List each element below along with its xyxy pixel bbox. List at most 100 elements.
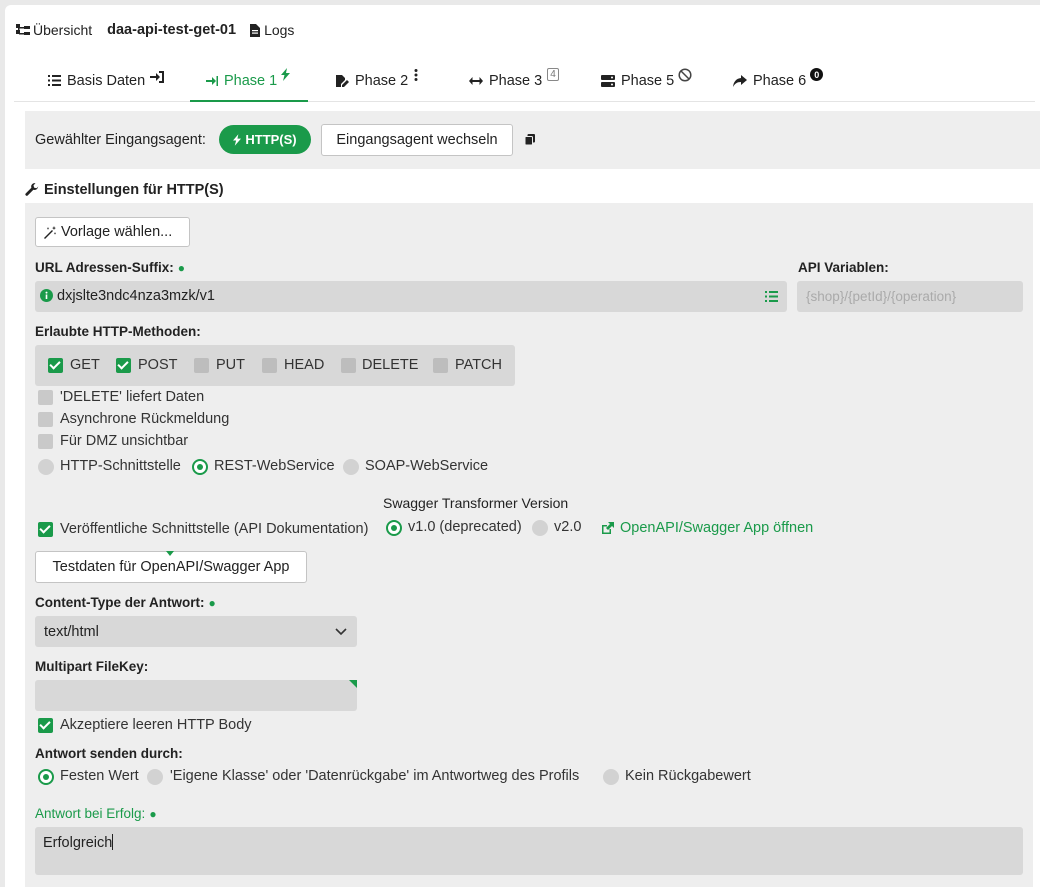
agent-badge: HTTP(S) xyxy=(219,125,311,154)
swagger-v2-label: v2.0 xyxy=(554,519,582,535)
method-head-label: HEAD xyxy=(284,357,325,373)
text-cursor xyxy=(112,834,114,850)
modified-marker xyxy=(349,680,357,688)
open-swagger-link[interactable]: OpenAPI/Swagger App öffnen xyxy=(601,520,813,536)
tab-label: Phase 5 xyxy=(621,72,675,89)
tab-phase-5[interactable]: Phase 5 xyxy=(601,60,692,101)
required-dot: ● xyxy=(208,596,216,610)
soap-webservice-label: SOAP-WebService xyxy=(365,458,489,474)
api-vars-placeholder: {shop}/{petId}/{operation} xyxy=(806,289,957,304)
public-interface-label: Veröffentliche Schnittstelle (API Dokume… xyxy=(60,521,369,537)
rest-webservice-radio[interactable] xyxy=(192,459,208,475)
change-agent-button[interactable]: Eingangsagent wechseln xyxy=(321,124,513,156)
arrows-horizontal-icon xyxy=(469,76,483,85)
tab-phase-1[interactable]: Phase 1 xyxy=(189,60,309,102)
top-bar: Übersicht daa-api-test-get-01 Logs xyxy=(16,22,294,38)
soap-webservice-radio[interactable] xyxy=(343,459,359,475)
content-type-label-text: Content-Type der Antwort: xyxy=(35,595,205,610)
bolt-icon xyxy=(233,133,242,146)
api-vars-label: API Variablen: xyxy=(798,260,889,275)
choose-template-label: Vorlage wählen... xyxy=(61,224,173,240)
api-vars-field[interactable]: {shop}/{petId}/{operation} xyxy=(797,281,1023,312)
file-edit-icon xyxy=(336,74,349,87)
logs-link[interactable]: Logs xyxy=(250,22,294,38)
wrench-icon xyxy=(25,183,39,197)
required-dot: ● xyxy=(149,807,157,821)
url-suffix-field[interactable]: dxjslte3ndc4nza3mzk/v1 xyxy=(35,281,787,312)
tab-phase-6[interactable]: Phase 6 0 xyxy=(733,60,824,101)
method-put-label: PUT xyxy=(216,357,245,373)
ellipsis-vertical-icon xyxy=(414,68,418,81)
rest-webservice-label: REST-WebService xyxy=(214,458,335,474)
no-return-label: Kein Rückgabewert xyxy=(625,768,751,784)
content-type-label: Content-Type der Antwort: ● xyxy=(35,595,216,610)
accept-empty-body-checkbox[interactable] xyxy=(38,718,53,733)
success-response-text: Erfolgreich xyxy=(43,835,113,851)
http-interface-radio[interactable] xyxy=(38,459,54,475)
tab-phase-2[interactable]: Phase 2 xyxy=(336,60,418,101)
overview-link[interactable]: Übersicht xyxy=(16,22,92,38)
http-interface-label: HTTP-Schnittstelle xyxy=(60,458,181,474)
delete-returns-data-checkbox[interactable] xyxy=(38,390,53,405)
method-patch-label: PATCH xyxy=(455,357,502,373)
delete-returns-data-label: 'DELETE' liefert Daten xyxy=(60,389,205,405)
success-response-value: Erfolgreich xyxy=(43,834,114,851)
swagger-v1-radio[interactable] xyxy=(386,520,402,536)
dmz-invisible-checkbox[interactable] xyxy=(38,434,53,449)
method-get-label: GET xyxy=(70,357,100,373)
multipart-field[interactable] xyxy=(35,680,357,711)
success-response-label: Antwort bei Erfolg: ● xyxy=(35,806,157,821)
url-suffix-label-text: URL Adressen-Suffix: xyxy=(35,260,174,275)
list-icon xyxy=(48,75,61,86)
public-interface-checkbox[interactable] xyxy=(38,522,53,537)
send-by-label: Antwort senden durch: xyxy=(35,746,183,761)
success-response-textarea[interactable]: Erfolgreich xyxy=(35,827,1023,875)
method-get-checkbox[interactable] xyxy=(48,358,63,373)
ban-icon xyxy=(678,67,692,82)
swagger-v2-radio[interactable] xyxy=(532,520,548,536)
tab-phase-3[interactable]: Phase 3 4 xyxy=(469,60,559,101)
copy-icon[interactable] xyxy=(525,134,535,145)
content-type-value: text/html xyxy=(44,624,99,640)
agent-badge-label: HTTP(S) xyxy=(245,132,297,147)
fixed-value-radio[interactable] xyxy=(38,769,54,785)
tab-basis-daten[interactable]: Basis Daten xyxy=(48,60,165,101)
settings-title-text: Einstellungen für HTTP(S) xyxy=(44,182,224,198)
tab-label: Phase 6 xyxy=(753,72,807,89)
method-put-checkbox[interactable] xyxy=(194,358,209,373)
project-title: daa-api-test-get-01 xyxy=(107,22,237,38)
dmz-invisible-label: Für DMZ unsichtbar xyxy=(60,433,189,449)
magic-wand-icon xyxy=(44,225,57,239)
required-dot: ● xyxy=(177,261,186,275)
method-delete-label: DELETE xyxy=(362,357,419,373)
async-response-checkbox[interactable] xyxy=(38,412,53,427)
swagger-version-label: Swagger Transformer Version xyxy=(383,495,569,511)
swagger-v1-label: v1.0 (deprecated) xyxy=(408,519,522,535)
arrow-to-right-icon xyxy=(206,75,218,86)
accept-empty-body-label: Akzeptiere leeren HTTP Body xyxy=(60,717,252,733)
agent-label: Gewählter Eingangsagent: xyxy=(35,132,206,148)
tab-badge: 0 xyxy=(810,68,824,81)
own-class-label: 'Eigene Klasse' oder 'Datenrückgabe' im … xyxy=(170,768,580,784)
success-response-label-text: Antwort bei Erfolg: xyxy=(35,806,146,821)
method-head-checkbox[interactable] xyxy=(262,358,277,373)
content-type-select[interactable]: text/html xyxy=(35,616,357,647)
choose-template-button[interactable]: Vorlage wählen... xyxy=(35,217,190,247)
no-return-radio[interactable] xyxy=(603,769,619,785)
own-class-radio[interactable] xyxy=(147,769,163,785)
indicator-triangle xyxy=(166,551,174,556)
method-post-checkbox[interactable] xyxy=(116,358,131,373)
method-delete-checkbox[interactable] xyxy=(341,358,356,373)
tab-badge: 4 xyxy=(547,68,559,81)
fixed-value-label: Festen Wert xyxy=(60,768,139,784)
tab-label: Basis Daten xyxy=(67,72,146,89)
agent-row: Gewählter Eingangsagent: HTTP(S) Eingang… xyxy=(25,111,1040,169)
share-icon xyxy=(733,74,747,87)
info-circle-icon xyxy=(40,289,53,302)
method-patch-checkbox[interactable] xyxy=(433,358,448,373)
bolt-icon xyxy=(281,68,291,81)
chevron-down-icon xyxy=(335,628,347,636)
methods-label: Erlaubte HTTP-Methoden: xyxy=(35,324,201,339)
tab-label: Phase 2 xyxy=(355,72,409,89)
list-icon[interactable] xyxy=(765,291,778,302)
